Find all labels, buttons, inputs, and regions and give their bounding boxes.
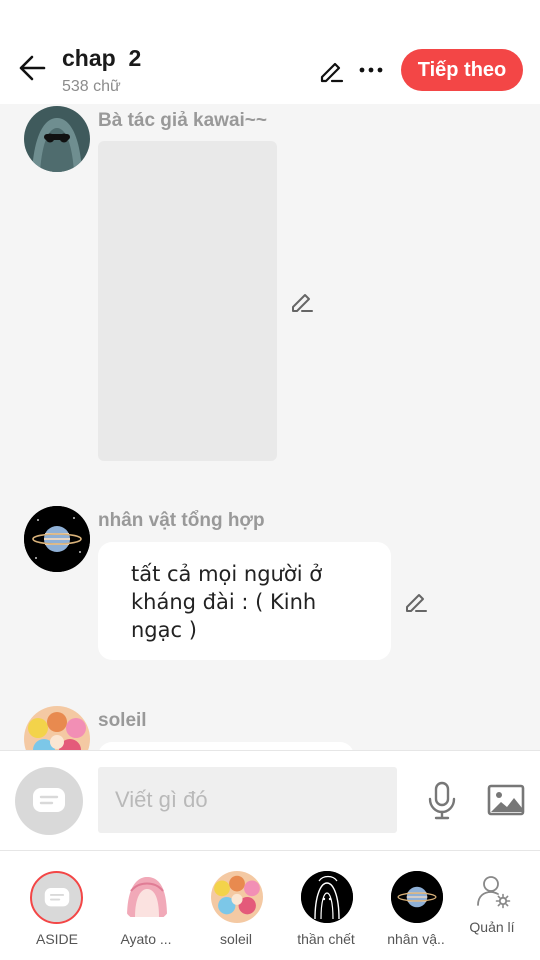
message-item: nhân vật tổng hợp tất cả mọi người ở khá… (0, 504, 540, 674)
arrow-left-icon (19, 55, 46, 81)
message-item: soleil (0, 704, 540, 750)
pencil-icon (406, 594, 427, 612)
more-options-button[interactable] (356, 56, 386, 84)
character-label: ASIDE (35, 931, 78, 947)
avatar (121, 871, 173, 923)
character-aside[interactable]: ASIDE (12, 851, 102, 960)
composer-bar (0, 751, 540, 850)
text-message[interactable]: tất cả mọi người ở kháng đài : ( Kinh ng… (98, 542, 391, 660)
aside-chat-icon (44, 887, 69, 906)
avatar-planet (391, 871, 443, 923)
character-ayato[interactable]: Ayato ... (101, 851, 191, 960)
message-item: Bà tác giả kawai~~ (0, 104, 540, 474)
chat-area[interactable]: Bà tác giả kawai~~ nhân vật tổng hợp tất… (0, 104, 540, 750)
image-upload-button[interactable] (486, 782, 526, 818)
text-message[interactable] (98, 742, 354, 750)
avatar-reaper (301, 871, 353, 923)
avatar (301, 871, 353, 923)
sender-name: Bà tác giả kawai~~ (98, 110, 267, 131)
character-label: Ayato ... (120, 931, 172, 947)
aside-chat-icon (33, 788, 65, 812)
word-count: 538 chữ (62, 78, 121, 95)
avatar-group-girls (211, 871, 263, 923)
header-bar: chap 2 538 chữ Tiếp theo (0, 0, 540, 104)
character-label: soleil (220, 931, 252, 947)
avatar (30, 871, 83, 924)
character-label: Quản lí (469, 919, 515, 935)
character-than-chet[interactable]: thần chết (281, 851, 371, 960)
pencil-icon (292, 294, 313, 312)
message-input[interactable] (98, 767, 397, 833)
image-icon (487, 784, 525, 816)
chapter-title: chap 2 (62, 45, 142, 71)
avatar[interactable] (24, 706, 90, 750)
sender-name: soleil (98, 710, 147, 731)
user-settings-icon (475, 873, 511, 909)
avatar-pink-hair (121, 871, 173, 923)
image-message[interactable] (98, 141, 277, 461)
avatar[interactable] (24, 506, 90, 572)
avatar (391, 871, 443, 923)
avatar-planet (24, 506, 90, 572)
edit-chapter-button[interactable] (316, 56, 346, 84)
aside-button[interactable] (15, 767, 83, 835)
avatar (211, 871, 263, 923)
edit-message-button[interactable] (403, 588, 429, 614)
back-button[interactable] (16, 50, 48, 86)
edit-message-button[interactable] (289, 288, 315, 314)
pencil-icon (320, 62, 344, 83)
sender-name: nhân vật tổng hợp (98, 510, 265, 531)
character-label: thần chết (297, 931, 355, 947)
avatar-group-girls (24, 706, 90, 750)
character-soleil[interactable]: soleil (191, 851, 281, 960)
microphone-icon (428, 781, 456, 820)
character-bar: ASIDE Ayato ... soleil thần chết nhân vậ… (0, 851, 540, 960)
avatar[interactable] (24, 106, 90, 172)
manage-characters-button[interactable]: Quản lí (447, 851, 537, 960)
avatar-hooded-figure (24, 106, 90, 172)
ellipsis-icon (359, 67, 383, 73)
next-chapter-button[interactable]: Tiếp theo (401, 49, 523, 91)
voice-button[interactable] (423, 779, 461, 823)
